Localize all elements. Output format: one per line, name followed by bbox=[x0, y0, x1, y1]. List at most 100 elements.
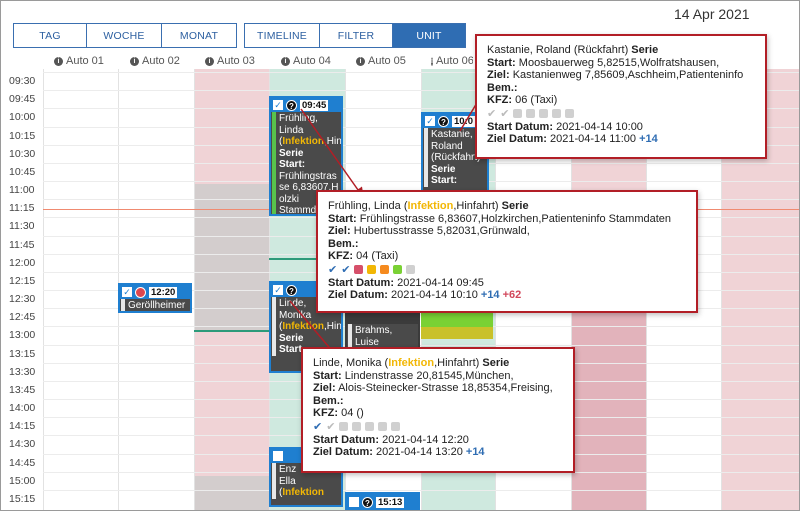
delay-plus: +14 bbox=[465, 446, 485, 458]
popup-kastanie: Kastanie, Roland (Rückfahrt) Serie Start… bbox=[475, 34, 767, 159]
time-label: 13:30 bbox=[9, 365, 36, 378]
time-label: 11:00 bbox=[9, 184, 35, 197]
ziel-datum-value: 2021-04-14 13:20 bbox=[375, 446, 463, 458]
status-square bbox=[526, 109, 536, 118]
event-type-rest: ,Hin bbox=[324, 136, 342, 147]
start-datum-label: Start Datum: bbox=[328, 276, 395, 289]
column-header-auto05[interactable]: i Auto 05 bbox=[356, 54, 406, 68]
column-header-auto06[interactable]: i Auto 06 bbox=[431, 54, 473, 68]
event-1513[interactable]: ? 15:13 bbox=[345, 492, 420, 510]
start-label: Start: bbox=[313, 369, 342, 382]
info-icon: i bbox=[431, 56, 433, 66]
time-label: 11:15 bbox=[9, 202, 35, 215]
bem-label: Bem.: bbox=[313, 394, 344, 407]
event-bar-olive[interactable] bbox=[421, 327, 493, 339]
ziel-value: Hubertusstrasse 5,82031,Grünwald, bbox=[353, 225, 530, 237]
time-label: 14:15 bbox=[9, 420, 36, 433]
column-header-auto02[interactable]: i Auto 02 bbox=[130, 54, 180, 68]
check-icon: ✔ bbox=[328, 263, 338, 276]
question-icon: ? bbox=[362, 496, 373, 508]
checkbox[interactable]: ✓ bbox=[273, 100, 283, 110]
event-geroellheimer[interactable]: ✓ ? 12:20 Geröllheimer bbox=[118, 283, 192, 313]
delay-plus: +14 bbox=[480, 289, 500, 301]
kfz-label: KFZ: bbox=[313, 407, 339, 419]
start-datum-value: 2021-04-14 10:00 bbox=[556, 120, 643, 133]
delay-extra: +62 bbox=[502, 289, 522, 301]
checkbox[interactable] bbox=[273, 451, 283, 461]
view-button-group: TAG WOCHE MONAT bbox=[13, 23, 237, 48]
status-indicators: ✔ ✔ bbox=[313, 421, 563, 433]
column-header-label: Auto 05 bbox=[368, 55, 406, 67]
ziel-datum-value: 2021-04-14 10:10 bbox=[390, 289, 478, 301]
kfz-value: 06 (Taxi) bbox=[515, 94, 558, 106]
column-header-auto03[interactable]: i Auto 03 bbox=[205, 54, 255, 68]
popup-title: Frühling, Linda ( bbox=[328, 200, 408, 212]
timeline-button[interactable]: TIMELINE bbox=[244, 23, 320, 48]
column-header-auto04[interactable]: i Auto 04 bbox=[281, 54, 331, 68]
popup-title: Kastanie, Roland (Rückfahrt) bbox=[487, 44, 629, 56]
event-name: Geröllheimer bbox=[128, 300, 186, 311]
ziel-value: Kastanienweg 7,85609,Aschheim,Patienteni… bbox=[512, 69, 744, 81]
event-time: 09:45 bbox=[300, 99, 329, 111]
ziel-datum-value: 2021-04-14 11:00 bbox=[549, 133, 637, 145]
start-label: Start: bbox=[431, 175, 458, 186]
status-indicators: ✔ ✔ bbox=[328, 264, 686, 276]
serie-label: Serie bbox=[279, 332, 304, 344]
mode-button-group: TIMELINE FILTER UNIT bbox=[244, 23, 466, 48]
time-label: 11:45 bbox=[9, 238, 35, 251]
column-header-label: Auto 03 bbox=[217, 55, 255, 67]
filter-button[interactable]: FILTER bbox=[319, 23, 393, 48]
time-label: 10:45 bbox=[9, 165, 36, 178]
ziel-label: Ziel: bbox=[328, 225, 351, 237]
checkbox[interactable]: ✓ bbox=[425, 116, 435, 126]
checkbox[interactable]: ✓ bbox=[273, 285, 283, 295]
check-icon: ✔ bbox=[500, 107, 510, 120]
checkbox[interactable] bbox=[349, 497, 359, 507]
infektion-label: Infektion bbox=[282, 321, 325, 332]
event-name: Ella bbox=[279, 475, 296, 487]
event-bar-green[interactable] bbox=[421, 313, 493, 327]
start-label: Start: bbox=[487, 56, 516, 69]
start-value: Frühlingstrasse 6,83607,Holzkirchen,Pati… bbox=[359, 212, 672, 225]
info-icon: i bbox=[54, 56, 63, 66]
kfz-label: KFZ: bbox=[487, 94, 513, 106]
time-label: 15:15 bbox=[9, 492, 36, 505]
unit-marker-line bbox=[194, 330, 269, 332]
calendar-frame: TAG WOCHE MONAT TIMELINE FILTER UNIT 14 … bbox=[0, 0, 800, 511]
time-label: 13:15 bbox=[9, 347, 36, 360]
monat-button[interactable]: MONAT bbox=[161, 23, 237, 48]
tag-button[interactable]: TAG bbox=[13, 23, 87, 48]
status-stripe bbox=[348, 324, 352, 348]
column-bg-auto03-gray2 bbox=[194, 476, 269, 510]
popup-title-post: ,Hinfahrt) bbox=[434, 357, 480, 369]
time-label: 09:45 bbox=[9, 93, 36, 106]
ziel-value: Alois-Steinecker-Strasse 18,85354,Freisi… bbox=[338, 382, 553, 394]
event-type-rest: ,Hinf bbox=[324, 321, 343, 332]
time-gridline bbox=[43, 344, 799, 346]
kfz-value: 04 (Taxi) bbox=[356, 250, 399, 262]
bem-label: Bem.: bbox=[328, 237, 359, 250]
info-icon: i bbox=[356, 56, 365, 66]
status-square-yellow bbox=[367, 265, 377, 274]
status-stripe bbox=[272, 112, 276, 214]
start-value: Lindenstrasse 20,81545,München, bbox=[344, 369, 514, 382]
column-header-auto01[interactable]: i Auto 01 bbox=[54, 54, 104, 68]
popup-title: Linde, Monika ( bbox=[313, 357, 389, 369]
event-time: 12:20 bbox=[149, 286, 178, 298]
serie-label: Serie bbox=[631, 44, 659, 56]
checkbox[interactable]: ✓ bbox=[122, 287, 132, 297]
time-label: 13:00 bbox=[9, 329, 36, 342]
time-label: 13:45 bbox=[9, 383, 36, 396]
event-type: (Infektion,Hinf bbox=[279, 321, 343, 332]
ziel-datum-label: Ziel Datum: bbox=[487, 133, 547, 145]
time-label: 14:00 bbox=[9, 402, 36, 415]
status-square bbox=[513, 109, 523, 118]
popup-title-post: ,Hinfahrt) bbox=[453, 200, 499, 212]
delay-plus: +14 bbox=[639, 133, 658, 145]
serie-label: Serie bbox=[279, 147, 304, 159]
woche-button[interactable]: WOCHE bbox=[86, 23, 162, 48]
unit-button[interactable]: UNIT bbox=[392, 23, 466, 48]
status-square bbox=[352, 422, 362, 431]
event-type: (Infektion,Hin bbox=[279, 136, 342, 147]
event-head bbox=[347, 315, 418, 324]
